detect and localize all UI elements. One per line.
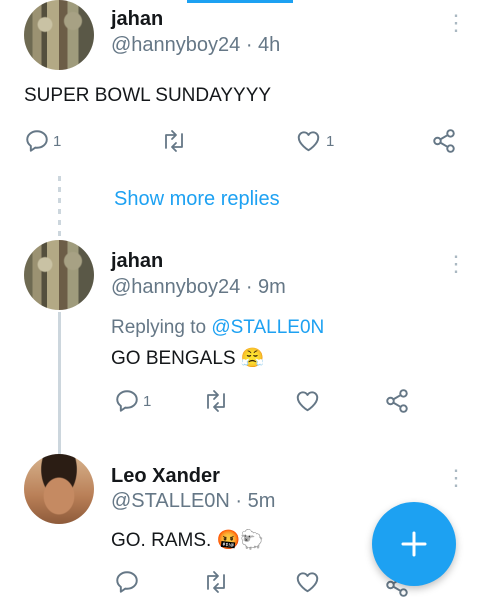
like-count: 1 <box>326 133 335 150</box>
replying-prefix: Replying to <box>111 317 212 338</box>
reply-button[interactable] <box>114 388 140 414</box>
author-handle[interactable]: @STALLE0N · 5m <box>111 490 275 513</box>
reply-button[interactable] <box>114 569 140 595</box>
active-tab-indicator <box>187 0 293 3</box>
thread-line <box>58 312 61 454</box>
retweet-button[interactable] <box>202 388 230 414</box>
reply-button[interactable] <box>24 128 50 154</box>
reply-count: 1 <box>53 133 62 150</box>
reply-icon <box>26 130 48 152</box>
tweet-text: GO BENGALS 😤 <box>111 348 265 369</box>
avatar[interactable] <box>24 454 94 524</box>
share-button[interactable] <box>431 128 457 154</box>
compose-icon <box>401 531 427 557</box>
share-button[interactable] <box>384 388 410 414</box>
author-name[interactable]: jahan <box>111 250 163 273</box>
replying-to-handle[interactable]: @STALLE0N <box>211 317 324 338</box>
show-more-replies-link[interactable]: Show more replies <box>114 188 280 211</box>
reply-icon <box>116 571 138 593</box>
reply-count: 1 <box>143 393 152 410</box>
retweet-icon <box>207 571 225 593</box>
like-button[interactable] <box>294 388 321 414</box>
author-handle[interactable]: @hannyboy24 · 9m <box>111 276 286 299</box>
avatar[interactable] <box>24 0 94 70</box>
like-button[interactable] <box>294 569 321 595</box>
tweet-text: SUPER BOWL SUNDAYYYY <box>24 85 272 106</box>
retweet-icon <box>165 130 183 152</box>
thread-connector <box>58 176 61 236</box>
author-handle[interactable]: @hannyboy24 · 4h <box>111 34 280 57</box>
author-name[interactable]: Leo Xander <box>111 465 220 488</box>
more-icon[interactable]: ⋮ <box>445 12 467 34</box>
replying-to: Replying to @STALLE0N <box>111 317 324 339</box>
more-icon[interactable]: ⋮ <box>445 253 467 275</box>
compose-button[interactable] <box>372 502 456 586</box>
avatar[interactable] <box>24 240 94 310</box>
reply-icon <box>116 390 138 412</box>
tweet-text: GO. RAMS. 🤬🐑 <box>111 530 264 551</box>
author-name[interactable]: jahan <box>111 8 163 31</box>
like-button[interactable] <box>295 128 322 154</box>
like-icon <box>296 572 319 593</box>
like-icon <box>297 131 320 152</box>
share-icon <box>386 389 408 413</box>
share-icon <box>433 129 455 153</box>
retweet-icon <box>207 390 225 412</box>
retweet-button[interactable] <box>160 128 188 154</box>
more-icon[interactable]: ⋮ <box>445 467 467 489</box>
like-icon <box>296 391 319 412</box>
retweet-button[interactable] <box>202 569 230 595</box>
